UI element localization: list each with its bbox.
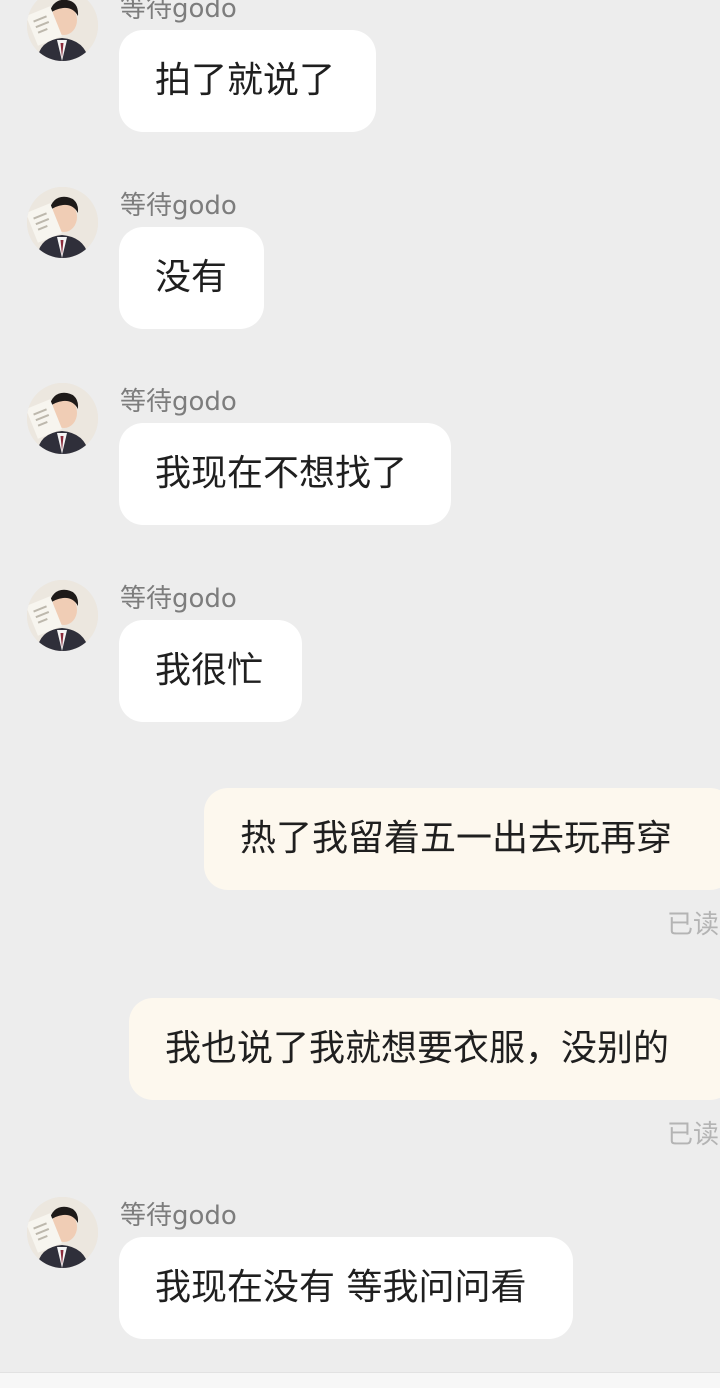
avatar-icon[interactable] <box>27 187 98 258</box>
message-row-incoming: 等待godo 我现在没有 等我问问看 <box>0 1197 720 1349</box>
read-status: 已读 <box>667 910 720 940</box>
sender-name: 等待godo <box>120 0 237 24</box>
message-row-incoming: 等待godo 我很忙 <box>0 580 720 732</box>
message-bubble-outgoing[interactable]: 我也说了我就想要衣服，没别的 <box>129 998 720 1100</box>
message-bubble-incoming[interactable]: 我现在没有 等我问问看 <box>119 1237 573 1339</box>
avatar-icon[interactable] <box>27 383 98 454</box>
avatar-icon[interactable] <box>27 580 98 651</box>
avatar-image <box>27 187 98 258</box>
message-bubble-incoming[interactable]: 拍了就说了 <box>119 30 376 132</box>
message-bubble-incoming[interactable]: 我很忙 <box>119 620 302 722</box>
avatar-image <box>27 0 98 61</box>
message-row-incoming: 等待godo 我现在不想找了 <box>0 383 720 535</box>
sender-name: 等待godo <box>120 1201 237 1231</box>
avatar-image <box>27 383 98 454</box>
bottom-bar <box>0 1372 720 1388</box>
read-status: 已读 <box>667 1120 720 1150</box>
message-bubble-incoming[interactable]: 我现在不想找了 <box>119 423 451 525</box>
sender-name: 等待godo <box>120 191 237 221</box>
message-row-incoming: 等待godo 拍了就说了 <box>0 0 720 142</box>
chat-message-list[interactable]: 等待godo 拍了就说了 等待godo 没有 等待godo 我现在不想找了 等待… <box>0 0 720 1372</box>
avatar-image <box>27 1197 98 1268</box>
avatar-icon[interactable] <box>27 1197 98 1268</box>
sender-name: 等待godo <box>120 387 237 417</box>
message-row-incoming: 等待godo 没有 <box>0 187 720 339</box>
avatar-icon[interactable] <box>27 0 98 61</box>
message-bubble-incoming[interactable]: 没有 <box>119 227 264 329</box>
avatar-image <box>27 580 98 651</box>
message-bubble-outgoing[interactable]: 热了我留着五一出去玩再穿 <box>204 788 720 890</box>
sender-name: 等待godo <box>120 584 237 614</box>
